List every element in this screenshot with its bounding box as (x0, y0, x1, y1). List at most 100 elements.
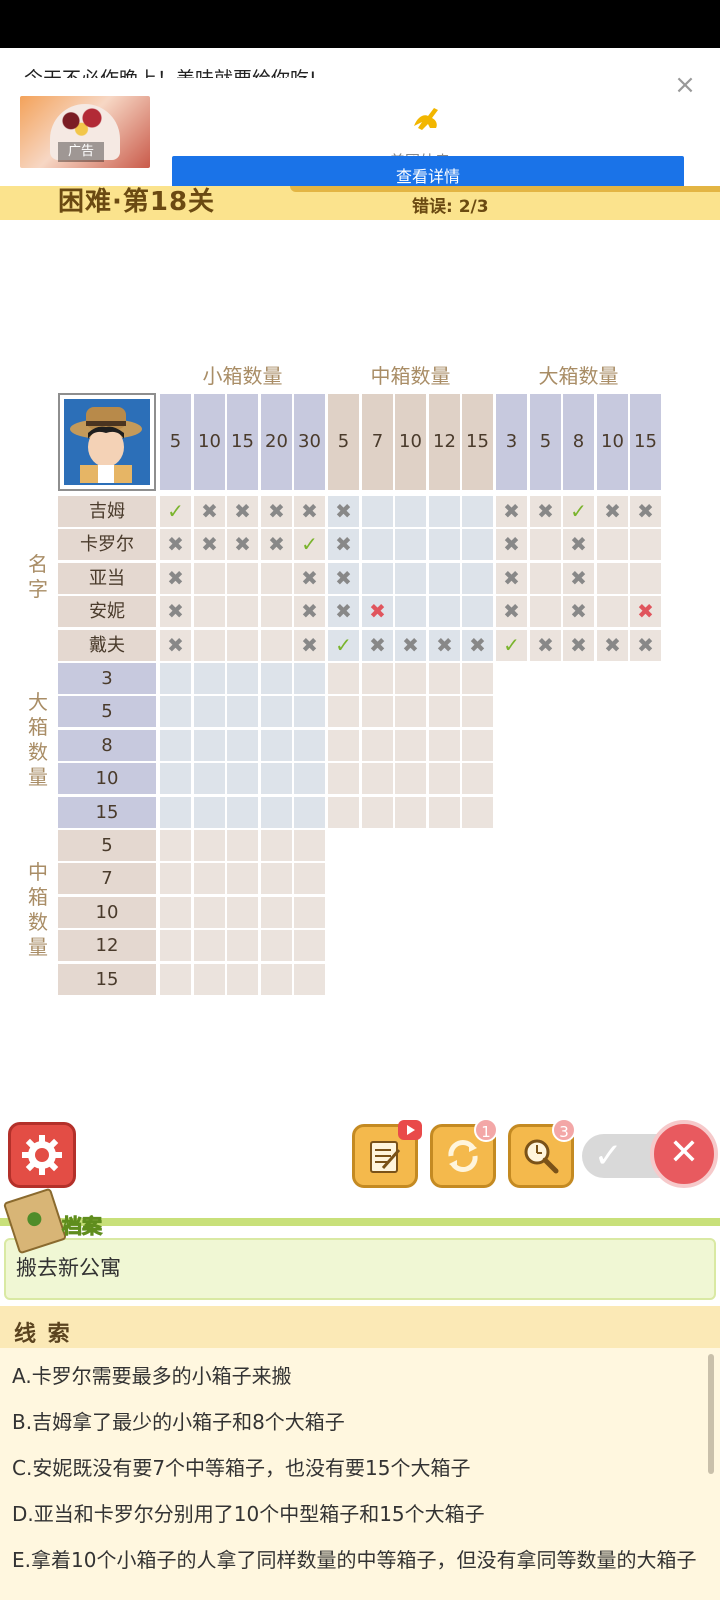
grid-cell[interactable] (362, 763, 393, 794)
grid-cell[interactable] (294, 863, 325, 894)
grid-cell[interactable]: ✖ (328, 529, 359, 560)
close-icon[interactable]: × (672, 72, 698, 98)
grid-cell[interactable] (462, 696, 493, 727)
grid-cell[interactable] (261, 897, 292, 928)
grid-cell[interactable] (429, 763, 460, 794)
grid-cell[interactable] (261, 663, 292, 694)
grid-cell[interactable] (294, 663, 325, 694)
grid-cell[interactable] (530, 563, 561, 594)
grid-cell[interactable] (395, 696, 426, 727)
grid-cell[interactable]: ✖ (462, 630, 493, 661)
grid-cell[interactable]: ✖ (630, 630, 661, 661)
grid-cell[interactable] (597, 529, 628, 560)
grid-cell[interactable]: ✖ (496, 496, 527, 527)
grid-cell[interactable] (530, 596, 561, 627)
grid-cell[interactable]: ✖ (597, 496, 628, 527)
grid-cell[interactable] (227, 630, 258, 661)
grid-cell[interactable] (462, 663, 493, 694)
grid-cell[interactable] (194, 964, 225, 995)
grid-cell[interactable] (227, 763, 258, 794)
grid-cell[interactable]: ✖ (194, 529, 225, 560)
clue-scrollbar[interactable] (708, 1354, 714, 1474)
grid-cell[interactable] (362, 496, 393, 527)
grid-cell[interactable] (362, 730, 393, 761)
grid-cell[interactable] (429, 563, 460, 594)
grid-cell[interactable] (160, 663, 191, 694)
grid-cell[interactable] (362, 563, 393, 594)
grid-cell[interactable] (328, 797, 359, 828)
grid-cell[interactable]: ✖ (160, 529, 191, 560)
grid-cell[interactable] (261, 964, 292, 995)
grid-cell[interactable]: ✖ (294, 596, 325, 627)
grid-cell[interactable] (429, 596, 460, 627)
grid-cell[interactable] (194, 630, 225, 661)
grid-cell[interactable] (261, 930, 292, 961)
grid-cell[interactable]: ✖ (530, 630, 561, 661)
grid-cell[interactable] (395, 496, 426, 527)
grid-cell[interactable]: ✓ (496, 630, 527, 661)
grid-cell[interactable] (194, 596, 225, 627)
grid-cell[interactable] (194, 663, 225, 694)
grid-cell[interactable] (395, 663, 426, 694)
grid-cell[interactable]: ✖ (496, 529, 527, 560)
grid-cell[interactable]: ✓ (294, 529, 325, 560)
grid-cell[interactable] (194, 863, 225, 894)
grid-cell[interactable] (294, 730, 325, 761)
grid-cell[interactable] (429, 663, 460, 694)
grid-cell[interactable] (160, 964, 191, 995)
grid-cell[interactable] (395, 763, 426, 794)
grid-cell[interactable]: ✖ (429, 630, 460, 661)
grid-cell[interactable] (227, 563, 258, 594)
grid-cell[interactable] (227, 863, 258, 894)
grid-cell[interactable] (194, 730, 225, 761)
grid-cell[interactable] (328, 663, 359, 694)
grid-cell[interactable] (294, 696, 325, 727)
grid-cell[interactable]: ✖ (597, 630, 628, 661)
grid-cell[interactable] (429, 730, 460, 761)
grid-cell[interactable] (194, 797, 225, 828)
grid-cell[interactable]: ✖ (328, 496, 359, 527)
grid-cell[interactable]: ✖ (496, 596, 527, 627)
grid-cell[interactable] (328, 763, 359, 794)
grid-cell[interactable] (429, 696, 460, 727)
grid-cell[interactable] (429, 496, 460, 527)
grid-cell[interactable] (227, 897, 258, 928)
grid-cell[interactable] (261, 563, 292, 594)
grid-cell[interactable] (462, 730, 493, 761)
grid-cell[interactable]: ✓ (328, 630, 359, 661)
grid-cell[interactable] (227, 964, 258, 995)
grid-cell[interactable] (597, 563, 628, 594)
grid-cell[interactable] (261, 630, 292, 661)
grid-cell[interactable] (362, 529, 393, 560)
grid-cell[interactable] (294, 964, 325, 995)
grid-cell[interactable] (294, 763, 325, 794)
grid-cell[interactable]: ✖ (294, 496, 325, 527)
grid-cell[interactable] (462, 529, 493, 560)
grid-cell[interactable] (362, 797, 393, 828)
grid-cell[interactable] (160, 830, 191, 861)
grid-cell[interactable]: ✖ (227, 496, 258, 527)
grid-cell[interactable] (395, 563, 426, 594)
grid-cell[interactable]: ✖ (563, 529, 594, 560)
grid-cell[interactable] (597, 596, 628, 627)
grid-cell[interactable] (261, 863, 292, 894)
grid-cell[interactable] (227, 596, 258, 627)
grid-cell[interactable] (395, 596, 426, 627)
grid-cell[interactable] (160, 763, 191, 794)
grid-cell[interactable]: ✖ (294, 563, 325, 594)
grid-cell[interactable] (294, 897, 325, 928)
grid-cell[interactable] (462, 797, 493, 828)
grid-cell[interactable]: ✖ (160, 630, 191, 661)
grid-cell[interactable] (160, 897, 191, 928)
grid-cell[interactable] (194, 763, 225, 794)
grid-cell[interactable] (261, 596, 292, 627)
grid-cell[interactable] (194, 897, 225, 928)
grid-cell[interactable] (160, 730, 191, 761)
grid-cell[interactable]: ✖ (563, 563, 594, 594)
grid-cell[interactable]: ✖ (194, 496, 225, 527)
grid-cell[interactable]: ✖ (328, 563, 359, 594)
grid-cell[interactable] (227, 730, 258, 761)
grid-cell[interactable]: ✓ (563, 496, 594, 527)
grid-cell[interactable] (227, 663, 258, 694)
check-mode-icon[interactable]: ✓ (594, 1134, 623, 1178)
